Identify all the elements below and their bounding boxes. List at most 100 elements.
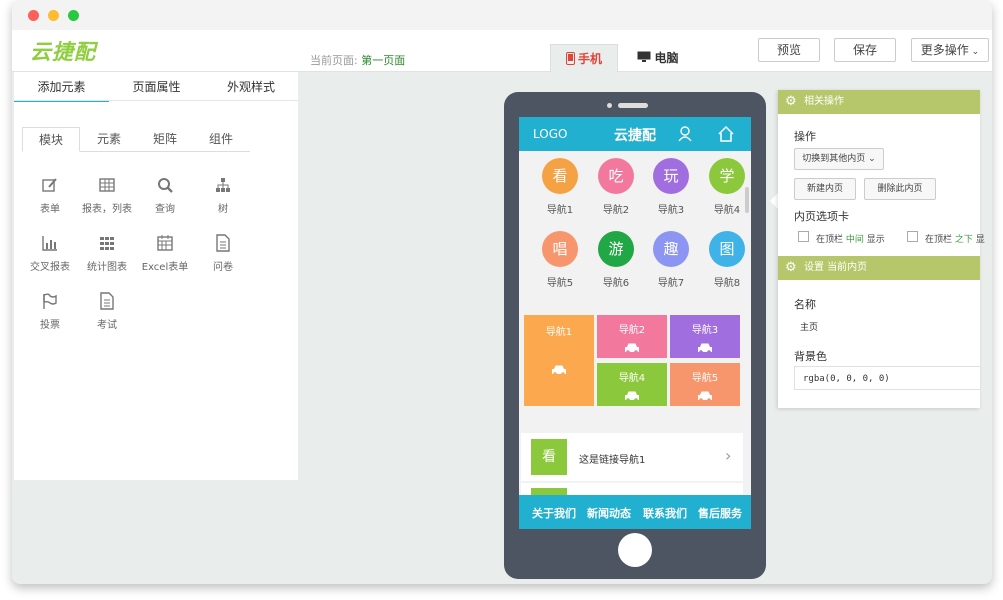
tab-mobile[interactable]: 手机 bbox=[550, 44, 618, 72]
user-icon[interactable] bbox=[677, 126, 693, 142]
phone-screen: LOGO 云捷配 看 吃 玩 学 导航1 导航2 导航3 导航4 唱 游 趣 图… bbox=[519, 117, 751, 529]
table-icon bbox=[99, 178, 115, 192]
cb1-text-a: 在顶栏 bbox=[816, 235, 844, 245]
nav-circle-2-label: 导航2 bbox=[602, 205, 630, 216]
show-below-text: 在顶栏 之下 显 bbox=[925, 232, 985, 245]
tab-add-elements[interactable]: 添加元素 bbox=[14, 78, 109, 102]
phone-speaker bbox=[618, 103, 648, 108]
preview-button[interactable]: 预览 bbox=[758, 38, 820, 62]
delete-page-button[interactable]: 删除此内页 bbox=[864, 178, 936, 200]
nav-circle-5-char: 唱 bbox=[552, 240, 568, 258]
nav-circle-7-label: 导航7 bbox=[657, 278, 685, 289]
footer-link-about[interactable]: 关于我们 bbox=[532, 505, 576, 521]
show-center-checkbox[interactable] bbox=[798, 231, 809, 242]
tab-appearance-label: 外观样式 bbox=[226, 80, 275, 94]
tool-form[interactable]: 表单 bbox=[21, 176, 79, 215]
link-nav-badge: 看 bbox=[531, 439, 567, 475]
tab-appearance[interactable]: 外观样式 bbox=[204, 78, 298, 102]
name-input[interactable]: 主页 bbox=[794, 316, 980, 340]
tool-exam-label: 考试 bbox=[97, 320, 117, 331]
nav-circle-4[interactable]: 学 bbox=[709, 158, 745, 194]
tool-report-list[interactable]: 报表，列表 bbox=[78, 176, 136, 215]
tab-add-elements-label: 添加元素 bbox=[37, 80, 86, 94]
close-window-icon[interactable] bbox=[28, 10, 39, 21]
nav-circle-6-char: 游 bbox=[608, 240, 624, 258]
link-nav-badge-char: 看 bbox=[542, 449, 556, 465]
tool-exam[interactable]: 考试 bbox=[78, 292, 136, 331]
nav-circle-6[interactable]: 游 bbox=[598, 231, 634, 267]
bar-chart-icon bbox=[42, 236, 57, 251]
link-nav-row[interactable]: 看 这是链接导航1 › bbox=[521, 433, 743, 481]
save-button[interactable]: 保存 bbox=[834, 38, 896, 62]
nav-circle-5-label: 导航5 bbox=[546, 278, 574, 289]
show-below-checkbox[interactable] bbox=[907, 231, 918, 242]
subtab-modules[interactable]: 模块 bbox=[22, 127, 80, 152]
tool-tree-label: 树 bbox=[218, 204, 228, 215]
tool-query[interactable]: 查询 bbox=[136, 176, 194, 215]
nav-circle-2-char: 吃 bbox=[608, 167, 624, 185]
nav-circle-7-char: 趣 bbox=[663, 240, 679, 258]
more-actions-label: 更多操作 bbox=[920, 43, 969, 57]
tab-desktop[interactable]: 电脑 bbox=[624, 44, 692, 72]
bg-color-input[interactable]: rgba(0, 0, 0, 0) bbox=[794, 366, 980, 390]
nav-circle-7[interactable]: 趣 bbox=[653, 231, 689, 267]
home-icon[interactable] bbox=[717, 125, 735, 143]
nav-tile-4[interactable]: 导航4 bbox=[597, 363, 667, 406]
nav-tile-3-label: 导航3 bbox=[691, 325, 719, 336]
more-actions-button[interactable]: 更多操作 ⌄ bbox=[911, 38, 989, 62]
nav-circle-5[interactable]: 唱 bbox=[542, 231, 578, 267]
settings-title: 设置 当前内页 bbox=[804, 262, 868, 273]
maximize-window-icon[interactable] bbox=[68, 10, 79, 21]
tab-desktop-label: 电脑 bbox=[654, 51, 679, 65]
subtab-elements[interactable]: 元素 bbox=[80, 127, 138, 152]
subtab-matrix[interactable]: 矩阵 bbox=[136, 127, 194, 152]
monitor-icon bbox=[637, 51, 651, 62]
nav-circle-6-label: 导航6 bbox=[602, 278, 630, 289]
nav-tile-3[interactable]: 导航3 bbox=[670, 315, 740, 358]
car-icon bbox=[698, 343, 712, 354]
tool-excel-form[interactable]: Excel表单 bbox=[136, 234, 194, 273]
nav-tile-1-label: 导航1 bbox=[545, 327, 573, 338]
related-ops-header: ⚙ 相关操作 bbox=[778, 90, 980, 114]
tool-questionnaire[interactable]: 问卷 bbox=[194, 234, 252, 273]
footer-link-news[interactable]: 新闻动态 bbox=[587, 505, 631, 521]
nav-circle-3-label: 导航3 bbox=[657, 205, 685, 216]
tab-page-properties-label: 页面属性 bbox=[132, 80, 181, 94]
nav-circle-3[interactable]: 玩 bbox=[653, 158, 689, 194]
tool-stat-chart[interactable]: 统计图表 bbox=[78, 234, 136, 273]
footer-link-service[interactable]: 售后服务 bbox=[698, 505, 742, 521]
nav-circle-1[interactable]: 看 bbox=[542, 158, 578, 194]
new-page-button[interactable]: 新建内页 bbox=[794, 178, 856, 200]
phone-scrollbar[interactable] bbox=[745, 187, 749, 213]
minimize-window-icon[interactable] bbox=[48, 10, 59, 21]
edit-icon bbox=[42, 178, 57, 192]
nav-circle-8-label: 导航8 bbox=[713, 278, 741, 289]
subtab-matrix-label: 矩阵 bbox=[152, 132, 177, 146]
nav-tile-5[interactable]: 导航5 bbox=[670, 363, 740, 406]
page-tab-label: 内页选项卡 bbox=[794, 210, 849, 223]
cb2-text-c: 显 bbox=[975, 235, 985, 245]
phone-logo: LOGO bbox=[533, 127, 568, 141]
link-nav-row-2[interactable] bbox=[521, 483, 743, 496]
tool-report-list-label: 报表，列表 bbox=[82, 204, 132, 215]
tab-page-properties[interactable]: 页面属性 bbox=[109, 78, 204, 102]
phone-footer: 关于我们 新闻动态 联系我们 售后服务 bbox=[519, 495, 751, 529]
subtab-components[interactable]: 组件 bbox=[192, 127, 250, 152]
car-icon bbox=[625, 343, 639, 354]
calendar-icon bbox=[157, 235, 173, 251]
nav-circle-2[interactable]: 吃 bbox=[598, 158, 634, 194]
tool-tree[interactable]: 树 bbox=[194, 176, 252, 215]
nav-circle-8[interactable]: 图 bbox=[709, 231, 745, 267]
show-center-text: 在顶栏 中间 显示 bbox=[816, 232, 885, 245]
phone-icon bbox=[565, 52, 575, 65]
flag-icon bbox=[43, 293, 57, 309]
nav-tile-2[interactable]: 导航2 bbox=[597, 315, 667, 358]
nav-tile-1[interactable]: 导航1 bbox=[524, 315, 594, 406]
ops-label: 操作 bbox=[794, 130, 816, 143]
tool-vote[interactable]: 投票 bbox=[21, 292, 79, 331]
tool-cross-report[interactable]: 交叉报表 bbox=[21, 234, 79, 273]
tool-form-label: 表单 bbox=[40, 204, 60, 215]
switch-page-dropdown[interactable]: 切换到其他内页 ⌄ bbox=[794, 148, 884, 170]
phone-home-button[interactable] bbox=[618, 533, 652, 567]
footer-link-contact[interactable]: 联系我们 bbox=[643, 505, 687, 521]
